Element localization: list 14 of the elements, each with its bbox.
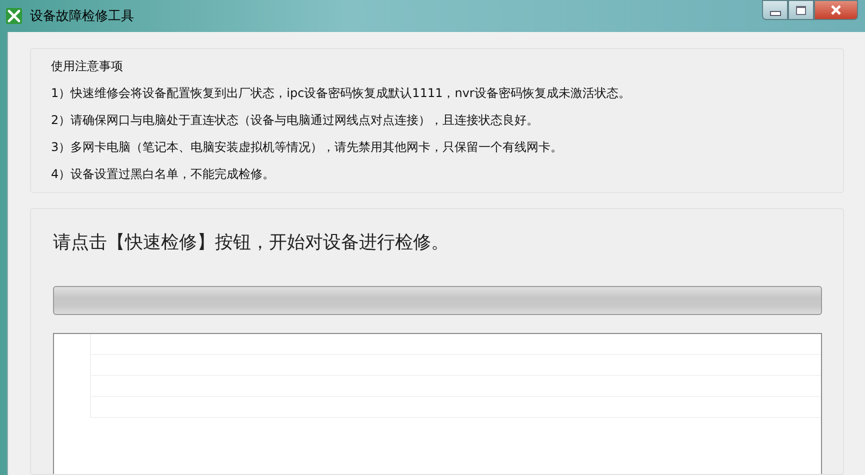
close-button[interactable] xyxy=(814,0,858,20)
note-text: 1）快速维修会将设备配置恢复到出厂状态，ipc设备密码恢复成默认1111，nvr设备密码恢复成未激活状态。 xyxy=(51,86,632,101)
minimize-button[interactable] xyxy=(762,0,788,20)
tools-icon xyxy=(6,8,22,24)
window-title: 设备故障检修工具 xyxy=(30,8,134,25)
notes-title: 使用注意事项 xyxy=(51,59,124,74)
note-text: 3）多网卡电脑（笔记本、电脑安装虚拟机等情况），请先禁用其他网卡，只保留一个有线网卡。 xyxy=(51,140,564,155)
note-text: 4）设备设置过黑白名单，不能完成检修。 xyxy=(51,167,276,182)
maximize-icon xyxy=(796,6,806,14)
close-icon xyxy=(830,5,842,15)
maximize-button[interactable] xyxy=(788,0,814,20)
instruction-text: 请点击【快速检修】按钮，开始对设备进行检修。 xyxy=(53,231,450,255)
note-text: 2）请确保网口与电脑处于直连状态（设备与电脑通过网线点对点连接），且连接状态良好。 xyxy=(51,113,540,128)
minimize-icon xyxy=(770,10,780,16)
